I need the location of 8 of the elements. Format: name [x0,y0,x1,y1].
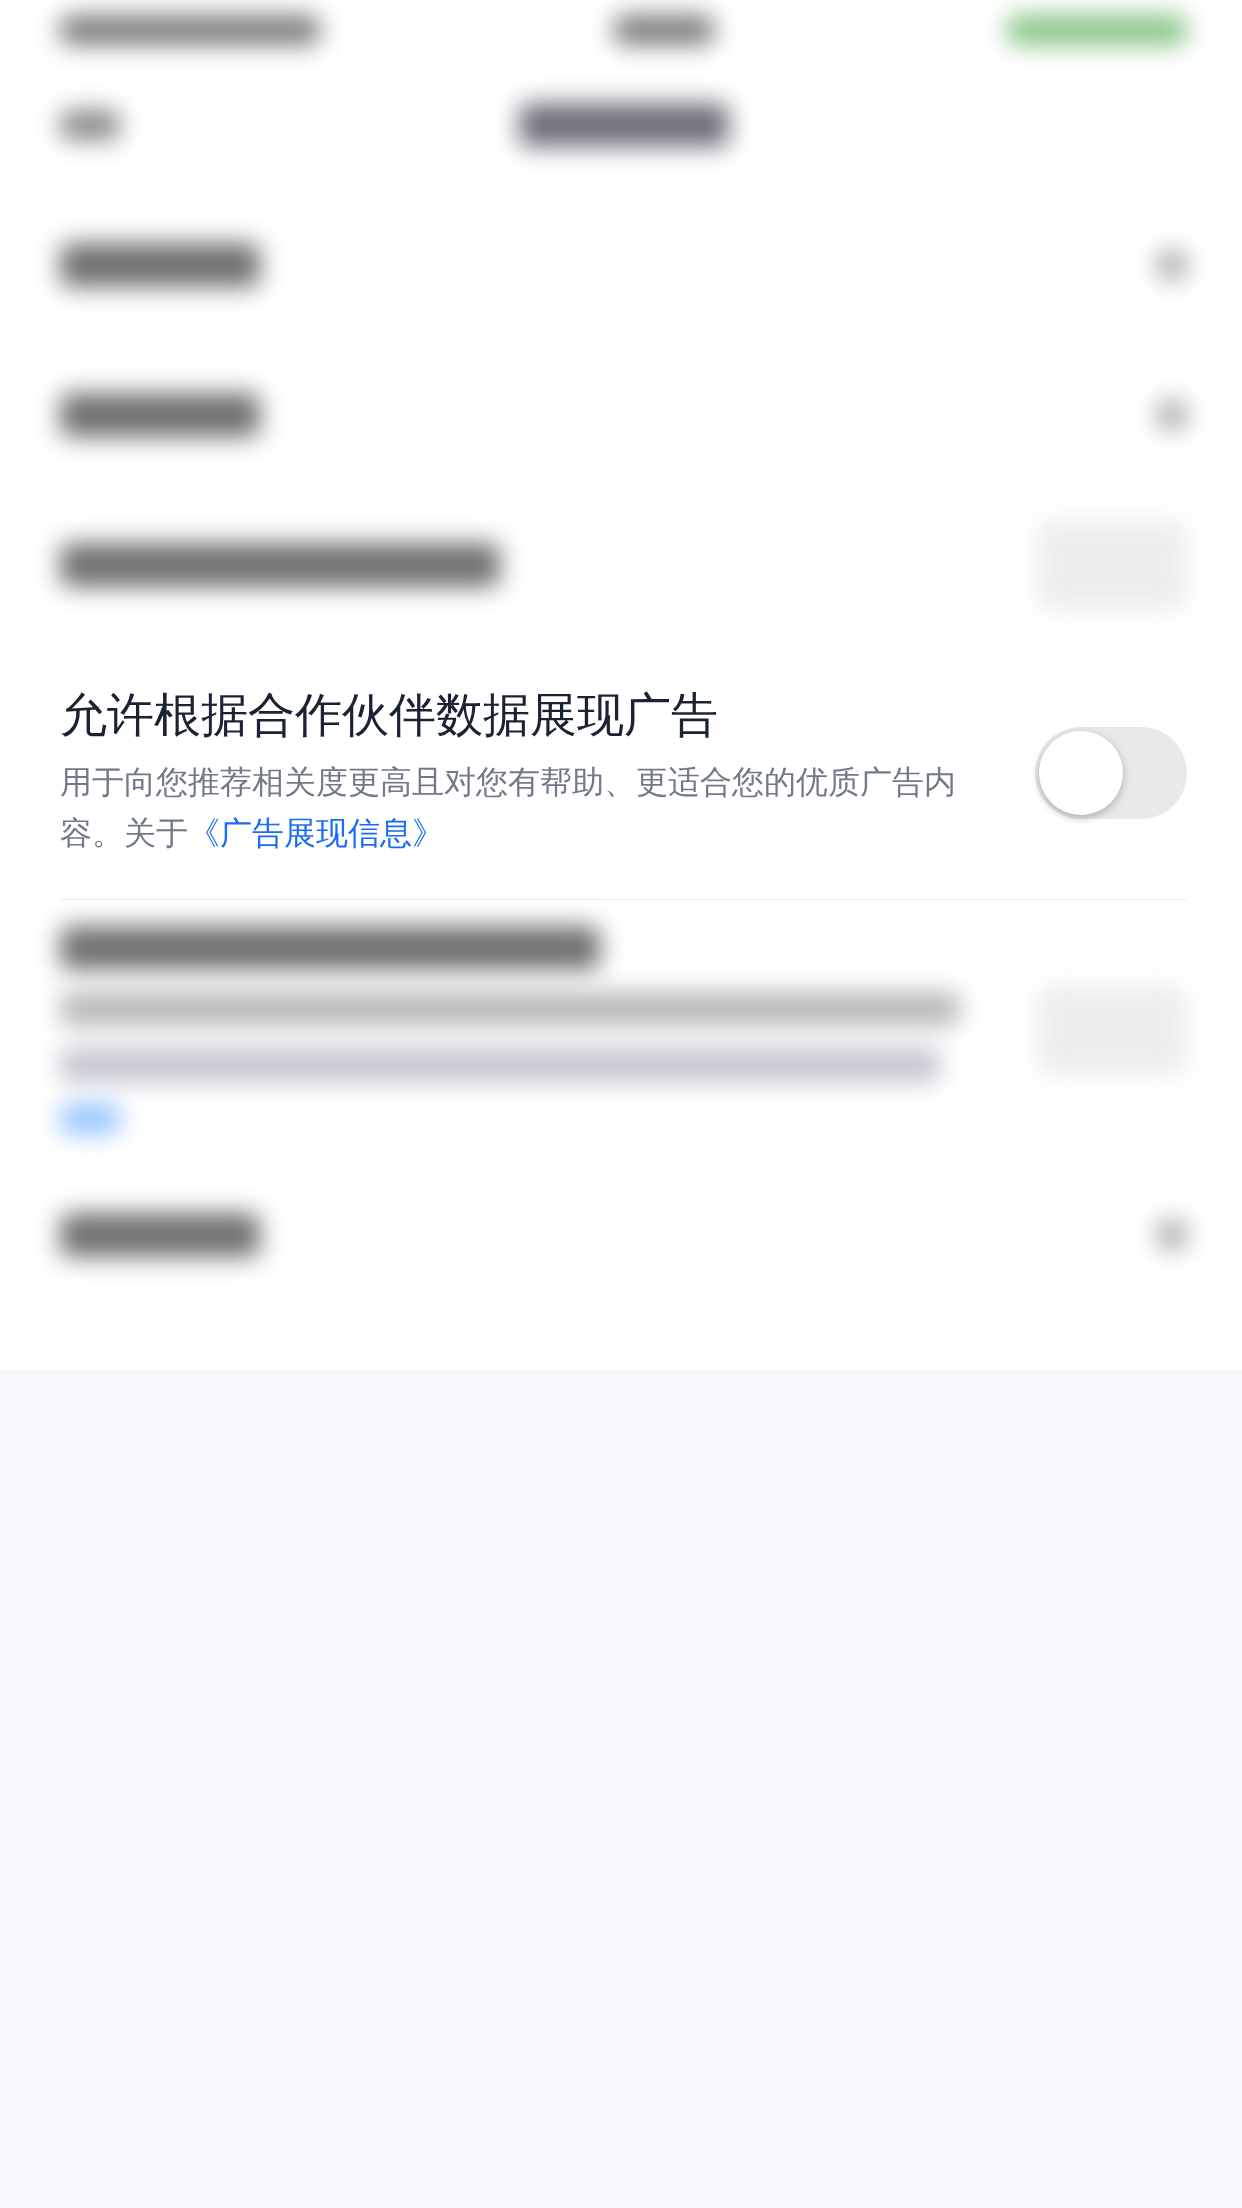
blurred-content [1157,1220,1187,1251]
blurred-content [60,110,120,140]
blurred-content [60,1104,120,1135]
blurred-content [1157,400,1187,430]
ad-info-link[interactable]: 《广告展现信息》 [188,813,444,852]
setting-title: 允许根据合作伙伴数据展现广告 [60,686,719,744]
setting-description: 用于向您推荐相关度更高且对您有帮助、更适合您的优质广告内容。关于《广告展现信息》 [60,761,957,854]
blurred-content [1157,250,1187,280]
